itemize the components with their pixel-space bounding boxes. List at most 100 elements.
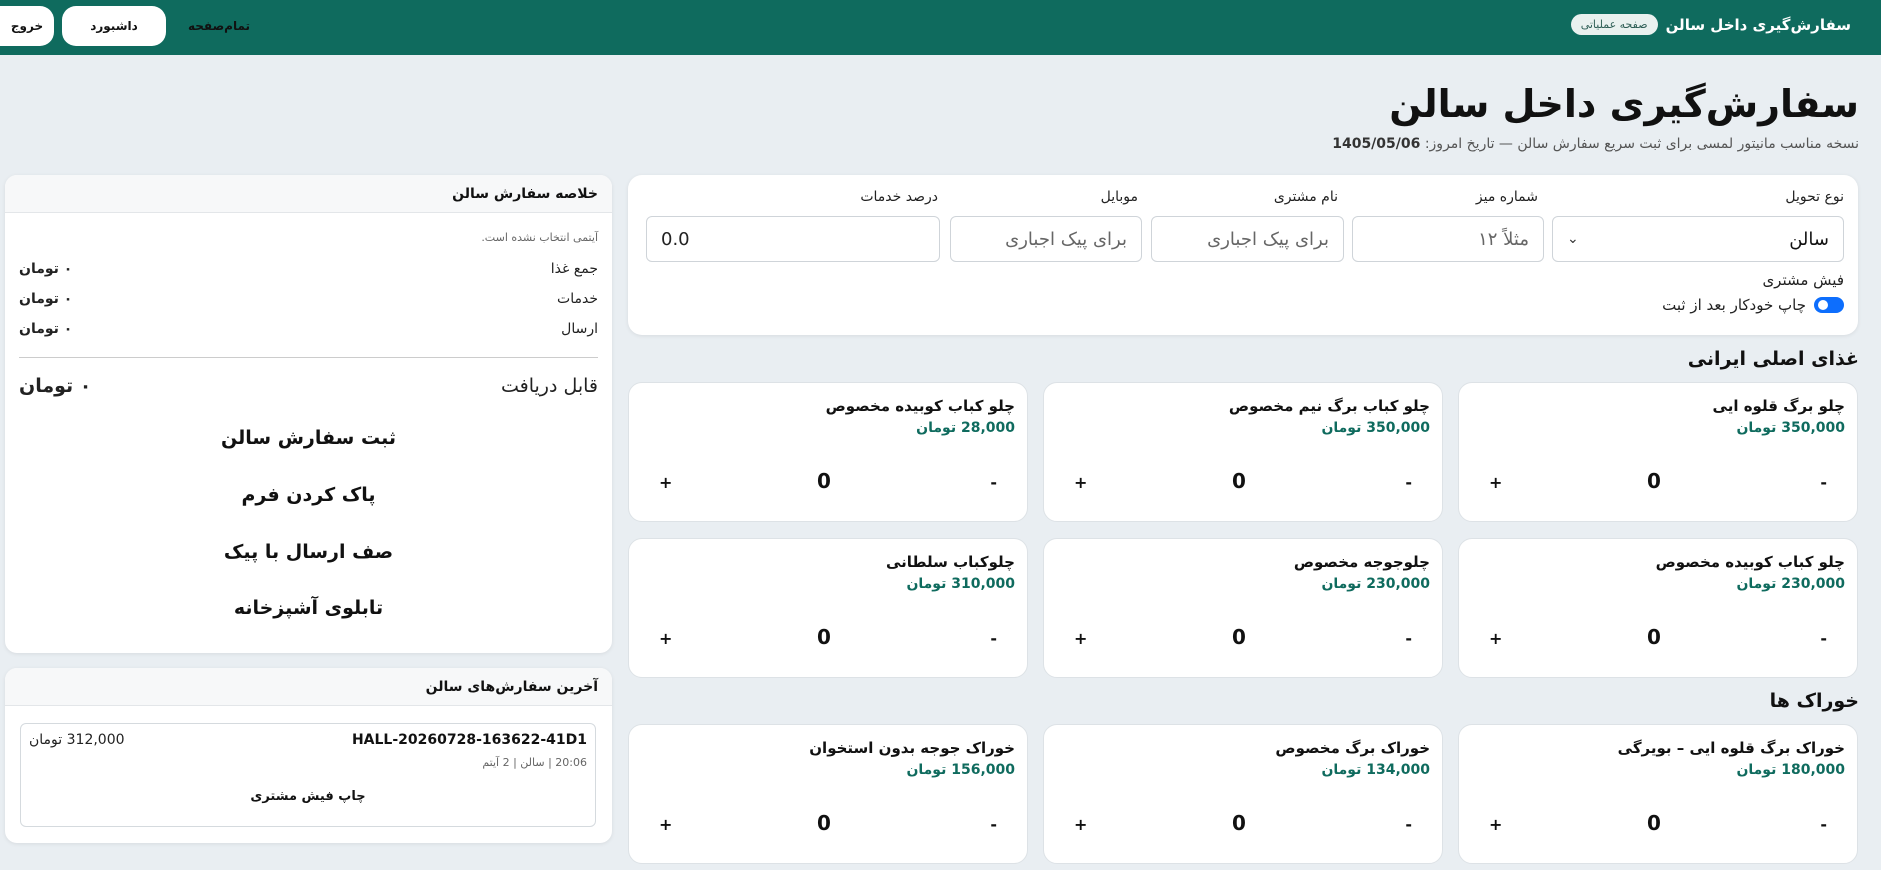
qty-minus-button[interactable]: -	[1820, 473, 1827, 492]
qty-value: 0	[1647, 625, 1661, 649]
menu-item-card[interactable]: خوراک برگ قلوه ایی – بویرگی 180,000 توما…	[1458, 724, 1858, 864]
qty-value: 0	[1647, 811, 1661, 835]
print-receipt-button[interactable]: چاپ فیش مشتری	[21, 789, 595, 804]
delivery-type-select[interactable]: سالن ⌄	[1552, 216, 1844, 262]
table-number-placeholder: مثلاً ۱۲	[1478, 228, 1529, 250]
top-bar: سفارش‌گیری داخل سالن صفحه عملیاتی خروج د…	[0, 0, 1881, 55]
mobile-placeholder: برای پیک اجباری	[1005, 228, 1127, 250]
row-amount: ۰ تومان	[19, 261, 73, 277]
order-form: نوع تحویل سالن ⌄ شماره میز مثلاً ۱۲ نام …	[628, 175, 1858, 335]
delivery-type-value: سالن	[1789, 228, 1829, 250]
empty-note: آیتمی انتخاب نشده است.	[481, 231, 598, 244]
item-price: 350,000 تومان	[1736, 420, 1845, 436]
summary-row-food: جمع غذا ۰ تومان	[19, 261, 598, 277]
fullscreen-link[interactable]: تمام‌صفحه	[188, 19, 250, 33]
recent-orders-title: آخرین سفارش‌های سالن	[5, 668, 612, 706]
qty-plus-button[interactable]: +	[1489, 473, 1502, 492]
summary-row-service: خدمات ۰ تومان	[19, 291, 598, 307]
qty-minus-button[interactable]: -	[1820, 629, 1827, 648]
item-name: چلوکباب سلطانی	[885, 553, 1015, 571]
item-name: چلو کباب کوبیده مخصوص	[825, 397, 1015, 415]
delivery-type-label: نوع تحویل	[1785, 189, 1844, 205]
qty-minus-button[interactable]: -	[1820, 815, 1827, 834]
mobile-input[interactable]: برای پیک اجباری	[950, 216, 1142, 262]
item-name: چلو کباب کوبیده مخصوص	[1655, 553, 1845, 571]
qty-value: 0	[1232, 469, 1246, 493]
row-label: خدمات	[557, 291, 598, 307]
qty-plus-button[interactable]: +	[659, 473, 672, 492]
receipt-label: فیش مشتری	[1762, 271, 1844, 289]
qty-plus-button[interactable]: +	[1489, 815, 1502, 834]
qty-minus-button[interactable]: -	[1405, 629, 1412, 648]
customer-name-placeholder: برای پیک اجباری	[1207, 228, 1329, 250]
order-total: 312,000 تومان	[29, 732, 125, 748]
item-price: 134,000 تومان	[1321, 762, 1430, 778]
item-price: 180,000 تومان	[1736, 762, 1845, 778]
qty-minus-button[interactable]: -	[990, 473, 997, 492]
item-price: 350,000 تومان	[1321, 420, 1430, 436]
qty-minus-button[interactable]: -	[990, 815, 997, 834]
summary-row-delivery: ارسال ۰ تومان	[19, 321, 598, 337]
section-title-main-dishes: غذای اصلی ایرانی	[1687, 348, 1859, 370]
app-title: سفارش‌گیری داخل سالن	[1665, 15, 1851, 34]
qty-value: 0	[817, 469, 831, 493]
order-card: HALL-20260728-163622-41D1 312,000 تومان …	[20, 723, 596, 827]
customer-name-input[interactable]: برای پیک اجباری	[1151, 216, 1344, 262]
page-type-badge: صفحه عملیاتی	[1570, 14, 1658, 35]
logout-button[interactable]: خروج	[0, 6, 54, 46]
page-title: سفارش‌گیری داخل سالن	[1389, 82, 1859, 126]
section-title-stews: خوراک ها	[1769, 690, 1859, 712]
table-number-input[interactable]: مثلاً ۱۲	[1352, 216, 1544, 262]
summary-divider	[19, 357, 598, 358]
order-summary-panel: خلاصه سفارش سالن آیتمی انتخاب نشده است. …	[5, 175, 612, 653]
qty-value: 0	[1232, 625, 1246, 649]
menu-item-card[interactable]: خوراک برگ مخصوص 134,000 تومان - 0 +	[1043, 724, 1443, 864]
item-price: 310,000 تومان	[906, 576, 1015, 592]
order-meta: 20:06 | سالن | 2 آیتم	[482, 756, 587, 769]
menu-item-card[interactable]: خوراک جوجه بدون استخوان 156,000 تومان - …	[628, 724, 1028, 864]
qty-plus-button[interactable]: +	[659, 629, 672, 648]
qty-plus-button[interactable]: +	[1074, 629, 1087, 648]
service-percent-input[interactable]: 0.0	[646, 216, 940, 262]
item-price: 156,000 تومان	[906, 762, 1015, 778]
submit-order-button[interactable]: ثبت سفارش سالن	[5, 427, 612, 449]
qty-minus-button[interactable]: -	[1405, 473, 1412, 492]
payable-row: قابل دریافت ۰ تومان	[19, 375, 598, 397]
menu-item-card[interactable]: چلو کباب کوبیده مخصوص 28,000 تومان - 0 +	[628, 382, 1028, 522]
item-name: خوراک برگ مخصوص	[1275, 739, 1430, 757]
auto-print-row: چاپ خودکار بعد از ثبت	[1662, 296, 1844, 314]
qty-value: 0	[1647, 469, 1661, 493]
menu-item-card[interactable]: چلو کباب برگ نیم مخصوص 350,000 تومان - 0…	[1043, 382, 1443, 522]
courier-queue-button[interactable]: صف ارسال با پیک	[5, 541, 612, 563]
item-price: 28,000 تومان	[916, 420, 1015, 436]
menu-item-card[interactable]: چلو کباب کوبیده مخصوص 230,000 تومان - 0 …	[1458, 538, 1858, 678]
menu-item-card[interactable]: چلوکباب سلطانی 310,000 تومان - 0 +	[628, 538, 1028, 678]
page-subtitle: نسخه مناسب مانیتور لمسی برای ثبت سریع سف…	[1332, 136, 1859, 152]
item-name: چلوجوجه مخصوص	[1293, 553, 1430, 571]
recent-orders-panel: آخرین سفارش‌های سالن HALL-20260728-16362…	[5, 668, 612, 843]
auto-print-toggle[interactable]	[1814, 297, 1844, 313]
table-number-label: شماره میز	[1475, 189, 1538, 205]
qty-minus-button[interactable]: -	[1405, 815, 1412, 834]
chevron-down-icon: ⌄	[1567, 231, 1579, 247]
menu-item-card[interactable]: چلوجوجه مخصوص 230,000 تومان - 0 +	[1043, 538, 1443, 678]
today-date: 1405/05/06	[1332, 136, 1421, 152]
service-percent-label: درصد خدمات	[860, 189, 938, 205]
payable-amount: ۰ تومان	[19, 375, 92, 397]
item-name: خوراک جوجه بدون استخوان	[809, 739, 1015, 757]
qty-plus-button[interactable]: +	[1074, 815, 1087, 834]
qty-minus-button[interactable]: -	[990, 629, 997, 648]
clear-form-button[interactable]: پاک کردن فرم	[5, 484, 612, 506]
qty-plus-button[interactable]: +	[1489, 629, 1502, 648]
qty-plus-button[interactable]: +	[1074, 473, 1087, 492]
menu-item-card[interactable]: چلو برگ قلوه ایی 350,000 تومان - 0 +	[1458, 382, 1858, 522]
row-amount: ۰ تومان	[19, 321, 73, 337]
row-label: ارسال	[561, 321, 598, 337]
item-price: 230,000 تومان	[1321, 576, 1430, 592]
qty-plus-button[interactable]: +	[659, 815, 672, 834]
row-label: جمع غذا	[550, 261, 598, 277]
kitchen-board-button[interactable]: تابلوی آشپزخانه	[5, 597, 612, 619]
order-code: HALL-20260728-163622-41D1	[351, 732, 587, 748]
dashboard-button[interactable]: داشبورد	[62, 6, 166, 46]
item-name: چلو کباب برگ نیم مخصوص	[1228, 397, 1430, 415]
